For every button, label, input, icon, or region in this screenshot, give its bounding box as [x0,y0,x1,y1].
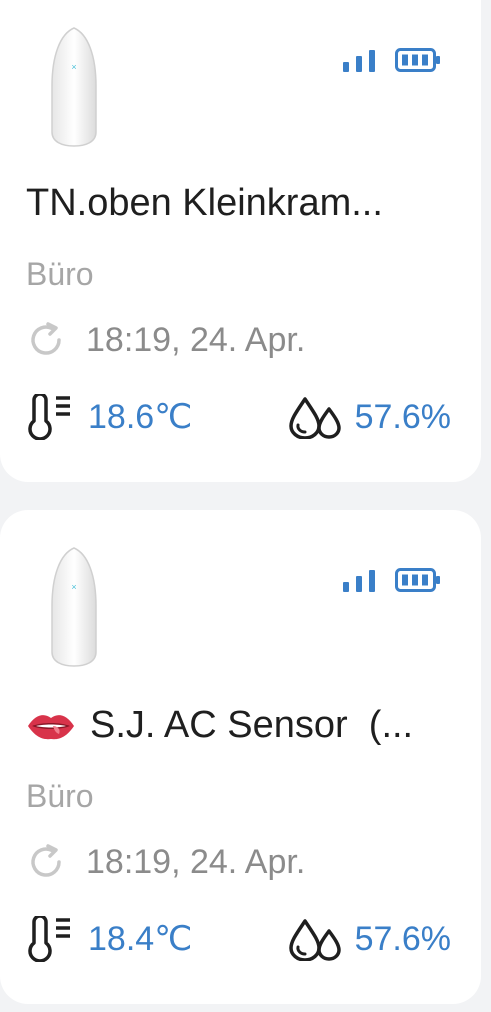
temperature-value: 18.6℃ [88,398,193,436]
humidity-value: 57.6% [354,919,451,958]
svg-text:×: × [71,582,76,592]
last-updated-text: 18:19, 24. Apr. [86,842,306,881]
humidity-drops-icon [288,919,341,961]
sensor-device-image: × [51,27,97,147]
thermometer-icon [28,916,70,962]
device-room: Büro [26,256,94,292]
lips-emoji-icon [28,714,74,739]
readings-row: 18.6℃ 57.6% [24,394,451,440]
readings-row: 18.4℃ 57.6% [24,916,451,962]
last-updated: 18:19, 24. Apr. [26,320,305,360]
signal-strength-icon [343,570,375,592]
sensor-device-image: × [51,547,97,667]
device-name: TN.oben Kleinkram... [26,182,451,225]
device-room: Büro [26,778,94,814]
temperature-reading: 18.4℃ [24,916,192,962]
last-updated-text: 18:19, 24. Apr. [86,320,306,359]
last-updated: 18:19, 24. Apr. [26,842,305,882]
device-name-text: S.J. AC Sensor (... [90,704,414,746]
device-name-text: TN.oben Kleinkram... [26,182,383,224]
signal-strength-icon [343,50,375,72]
device-name: S.J. AC Sensor (... [26,704,451,747]
humidity-reading: 57.6% [287,917,451,961]
thermometer-icon [28,394,70,440]
humidity-reading: 57.6% [287,395,451,439]
humidity-drops-icon [288,397,341,439]
refresh-icon[interactable] [26,320,66,360]
svg-text:×: × [71,62,76,72]
battery-full-icon [395,48,440,72]
temperature-value: 18.4℃ [88,920,193,958]
temperature-reading: 18.6℃ [24,394,192,440]
device-card[interactable]: × S.J. AC Sensor (... Büro 18:19, 24. Ap… [0,510,481,1004]
refresh-icon[interactable] [26,842,66,882]
device-card[interactable]: × TN.oben Kleinkram... Büro 18:19, 24. A… [0,0,481,482]
humidity-value: 57.6% [354,397,451,436]
battery-full-icon [395,568,440,592]
